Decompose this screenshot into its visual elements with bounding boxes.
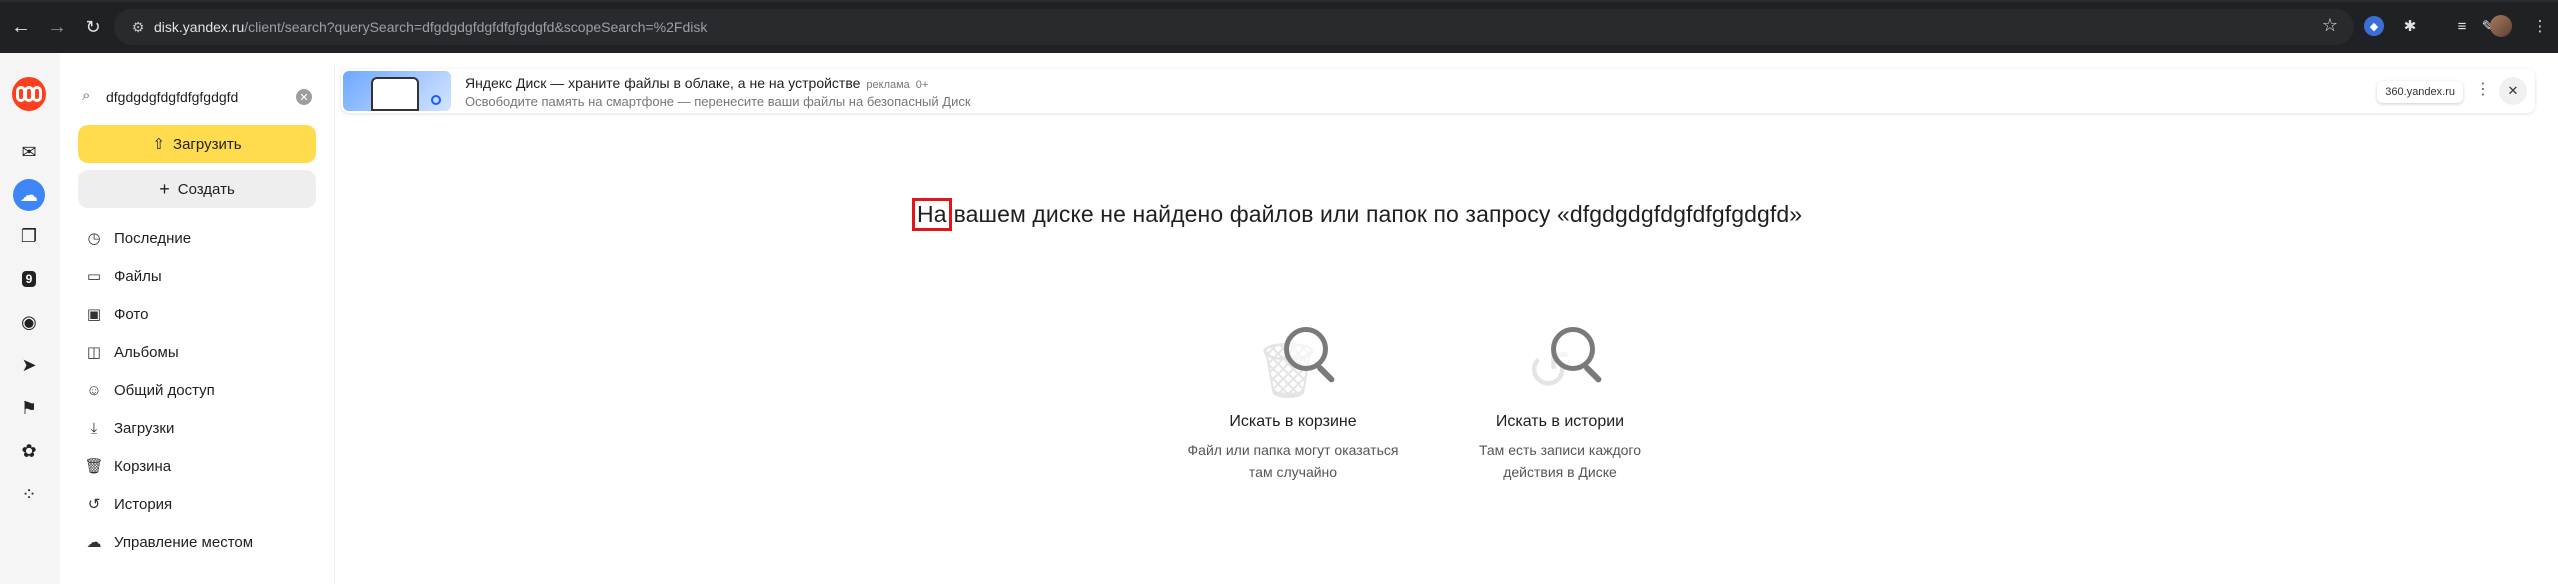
create-button[interactable]: + Создать xyxy=(78,170,316,208)
promo-banner[interactable]: Яндекс Диск — храните файлы в облаке, а … xyxy=(341,69,2535,113)
extension-icon[interactable]: ◆ xyxy=(2364,16,2384,36)
promo-ad-label: реклама xyxy=(866,79,910,91)
forward-icon[interactable]: → xyxy=(42,12,72,42)
sidebar-item-history[interactable]: ↺ История xyxy=(78,485,316,523)
search-value[interactable]: dfgdgdgfdgfdfgfgdgfd xyxy=(106,81,238,113)
url-text[interactable]: disk.yandex.ru/client/search?querySearch… xyxy=(154,9,707,45)
yandex-360-logo[interactable] xyxy=(12,77,46,111)
create-label: Создать xyxy=(177,180,235,198)
search-icon: ⌕ xyxy=(82,87,91,104)
option-description: Файл или папка могут оказаться там случай… xyxy=(1173,439,1413,483)
clear-search-icon[interactable]: ✕ xyxy=(296,89,312,105)
reload-icon[interactable]: ↻ xyxy=(78,12,108,42)
option-title: Искать в истории xyxy=(1495,413,1625,430)
sidebar: ⌕ dfgdgdgfdgfdfgfgdgfd ✕ ⇧ Загрузить + С… xyxy=(62,65,332,584)
option-desc-line: действия в Диске xyxy=(1503,464,1617,480)
sidebar-item-label: Фото xyxy=(114,305,149,323)
sidebar-item-label: Корзина xyxy=(114,457,172,475)
photo-icon: ▣ xyxy=(86,306,102,323)
calendar-badge: 9 xyxy=(21,271,37,287)
upload-button[interactable]: ⇧ Загрузить xyxy=(78,125,316,163)
calendar-icon[interactable]: 9 xyxy=(16,266,42,292)
sidebar-nav: ◷ Последние ▭ Файлы ▣ Фото ◫ Альбомы ☺ Общий … xyxy=(78,219,316,561)
empty-search-text: вашем диске не найдено файлов или папок … xyxy=(953,201,1803,227)
sidebar-item-label: Последние xyxy=(114,229,192,247)
option-desc-line: Там есть записи каждого xyxy=(1478,442,1642,458)
search-in-trash-option[interactable]: 🗑 Искать в корзине Файл или папка могут … xyxy=(1173,327,1413,483)
folder-icon: ▭ xyxy=(86,268,102,285)
main-content: Яндекс Диск — храните файлы в облаке, а … xyxy=(334,65,2558,584)
empty-search-message: На вашем диске не найдено файлов или папо… xyxy=(912,198,1802,231)
promo-title-text: Яндекс Диск — храните файлы в облаке, а … xyxy=(465,75,861,91)
url-host: disk.yandex.ru xyxy=(154,19,245,35)
trash-search-illustration: 🗑 xyxy=(1248,327,1338,403)
back-icon[interactable]: ← xyxy=(6,12,36,42)
url-path: /client/search?querySearch=dfgdgdgfdgfdf… xyxy=(244,19,708,35)
profile-avatar[interactable] xyxy=(2490,15,2512,37)
sidebar-item-label: Управление местом xyxy=(114,533,254,551)
sidebar-item-files[interactable]: ▭ Файлы xyxy=(78,257,316,295)
promo-subtitle: Освободите память на смартфоне — перенес… xyxy=(465,94,971,109)
sidebar-item-label: Общий доступ xyxy=(114,381,215,399)
sidebar-item-albums[interactable]: ◫ Альбомы xyxy=(78,333,316,371)
tab-strip xyxy=(0,0,2558,2)
disk-icon[interactable]: ☁ xyxy=(13,179,45,211)
promo-age-label: 0+ xyxy=(915,79,929,91)
sidebar-item-recent[interactable]: ◷ Последние xyxy=(78,219,316,257)
notes-icon[interactable]: ⚑ xyxy=(16,395,42,421)
promo-title: Яндекс Диск — храните файлы в облаке, а … xyxy=(465,75,928,91)
clock-icon: ◷ xyxy=(87,230,101,247)
sidebar-item-shared[interactable]: ☺ Общий доступ xyxy=(78,371,316,409)
docs-icon[interactable]: ❐ xyxy=(16,223,42,249)
shared-icon: ☺ xyxy=(86,381,102,399)
browser-toolbar: ← → ↻ ⚙ disk.yandex.ru/client/search?que… xyxy=(0,0,2558,53)
trash-icon: 🗑 xyxy=(84,458,104,475)
sidebar-item-label: История xyxy=(114,495,173,513)
option-desc-line: Файл или папка могут оказаться xyxy=(1187,442,1399,458)
family-icon[interactable]: ✿ xyxy=(16,438,42,464)
download-icon: ⤓ xyxy=(90,419,98,437)
upload-icon: ⇧ xyxy=(152,136,166,153)
search-input[interactable]: ⌕ dfgdgdgfdgfdfgfgdgfd ✕ xyxy=(78,81,316,113)
bookmark-star-icon[interactable]: ☆ xyxy=(2322,15,2338,36)
highlighted-word: На xyxy=(912,198,952,231)
close-icon[interactable]: ✕ xyxy=(2499,77,2527,105)
sidebar-item-downloads[interactable]: ⤓ Загрузки xyxy=(78,409,316,447)
promo-domain[interactable]: 360.yandex.ru xyxy=(2377,81,2463,103)
sidebar-item-label: Альбомы xyxy=(114,343,179,361)
option-title: Искать в корзине xyxy=(1229,413,1357,430)
more-icon[interactable]: ⋮ xyxy=(2475,79,2491,99)
history-icon: ↺ xyxy=(87,496,101,513)
sidebar-item-trash[interactable]: 🗑 Корзина xyxy=(78,447,316,485)
sidebar-item-photo[interactable]: ▣ Фото xyxy=(78,295,316,333)
search-in-history-option[interactable]: ↺ Искать в истории Там есть записи каждо… xyxy=(1440,327,1680,483)
reading-list-icon[interactable]: ≡ xyxy=(2450,14,2474,38)
messenger-icon[interactable]: ➤ xyxy=(16,352,42,378)
upload-label: Загрузить xyxy=(173,135,242,153)
cloud-icon: ☁ xyxy=(86,534,102,551)
site-info-icon[interactable]: ⚙ xyxy=(128,17,148,37)
plus-icon: + xyxy=(159,178,170,199)
telemost-icon[interactable]: ◉ xyxy=(16,309,42,335)
address-bar[interactable]: ⚙ disk.yandex.ru/client/search?querySear… xyxy=(114,9,2354,45)
sidebar-item-storage[interactable]: ☁ Управление местом xyxy=(78,523,316,561)
option-desc-line: там случайно xyxy=(1248,464,1338,480)
sidebar-item-label: Загрузки xyxy=(114,419,175,437)
promo-image xyxy=(343,71,451,111)
extensions-puzzle-icon[interactable]: ✱ xyxy=(2398,14,2422,38)
sidebar-item-label: Файлы xyxy=(114,267,162,285)
history-search-illustration: ↺ xyxy=(1515,327,1605,403)
option-description: Там есть записи каждого действия в Диске xyxy=(1440,439,1680,483)
all-services-icon[interactable]: ⁘ xyxy=(16,481,42,507)
mail-icon[interactable]: ✉ xyxy=(16,139,42,165)
album-icon: ◫ xyxy=(86,344,102,361)
browser-menu-icon[interactable]: ⋮ xyxy=(2528,14,2552,38)
services-bar: ✉ ☁ ❐ 9 ◉ ➤ ⚑ ✿ ⁘ xyxy=(0,53,60,584)
